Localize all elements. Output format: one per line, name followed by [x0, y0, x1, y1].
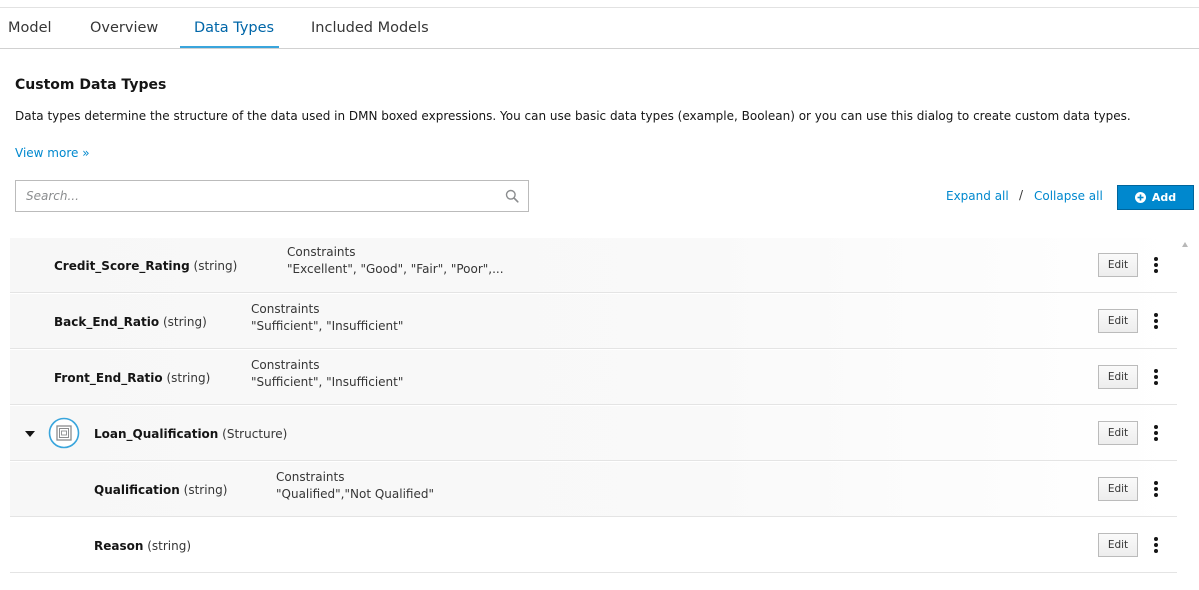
edit-button[interactable]: Edit: [1098, 477, 1138, 501]
page-description: Data types determine the structure of th…: [15, 109, 1131, 123]
link-separator: /: [1019, 188, 1024, 202]
search-box: [15, 180, 529, 212]
data-type-row[interactable]: Back_End_Ratio (string) Constraints "Suf…: [10, 294, 1177, 349]
tab-bar: Model Overview Data Types Included Model…: [0, 8, 1199, 49]
constraints-value: "Excellent", "Good", "Fair", "Poor",...: [287, 262, 504, 276]
data-type-name-label: Reason: [94, 539, 144, 553]
data-type-name: Qualification (string): [94, 483, 227, 497]
data-type-name-label: Credit_Score_Rating: [54, 259, 190, 273]
data-type-type: (Structure): [222, 427, 288, 441]
tab-overview[interactable]: Overview: [90, 20, 158, 36]
edit-button[interactable]: Edit: [1098, 365, 1138, 389]
expand-all-link[interactable]: Expand all: [946, 189, 1009, 203]
constraints: Constraints "Sufficient", "Insufficient": [251, 358, 403, 389]
constraints-label: Constraints: [251, 358, 320, 372]
data-type-name-label: Loan_Qualification: [94, 427, 219, 441]
page-title: Custom Data Types: [15, 77, 167, 93]
constraints-label: Constraints: [251, 302, 320, 316]
data-type-row[interactable]: Front_End_Ratio (string) Constraints "Su…: [10, 350, 1177, 405]
active-tab-indicator: [180, 46, 279, 48]
data-type-name-label: Front_End_Ratio: [54, 371, 163, 385]
kebab-menu-icon[interactable]: [1152, 535, 1160, 555]
edit-button[interactable]: Edit: [1098, 309, 1138, 333]
edit-button[interactable]: Edit: [1098, 533, 1138, 557]
edit-button[interactable]: Edit: [1098, 253, 1138, 277]
constraints-value: "Sufficient", "Insufficient": [251, 375, 404, 389]
data-type-name: Front_End_Ratio (string): [54, 371, 210, 385]
kebab-menu-icon[interactable]: [1152, 311, 1160, 331]
search-icon[interactable]: [505, 189, 519, 203]
data-type-type: (string): [162, 315, 207, 329]
constraints-label: Constraints: [276, 470, 345, 484]
tab-model[interactable]: Model: [8, 20, 52, 36]
data-type-type: (string): [193, 259, 238, 273]
collapse-all-link[interactable]: Collapse all: [1034, 189, 1103, 203]
data-type-type: (string): [147, 539, 192, 553]
kebab-menu-icon[interactable]: [1152, 367, 1160, 387]
data-type-type: (string): [166, 371, 211, 385]
data-type-row-nested[interactable]: Qualification (string) Constraints "Qual…: [10, 462, 1177, 517]
tab-included-models[interactable]: Included Models: [311, 20, 429, 36]
kebab-menu-icon[interactable]: [1152, 255, 1160, 275]
data-type-name: Credit_Score_Rating (string): [54, 259, 237, 273]
structure-icon: [48, 417, 80, 449]
add-button-label: Add: [1151, 191, 1177, 204]
constraints: Constraints "Excellent", "Good", "Fair",…: [287, 245, 504, 276]
data-type-row-structure[interactable]: Loan_Qualification (Structure) Edit: [10, 406, 1177, 461]
data-type-name: Reason (string): [94, 539, 191, 553]
search-input[interactable]: [16, 181, 486, 211]
kebab-menu-icon[interactable]: [1152, 479, 1160, 499]
data-type-name-label: Back_End_Ratio: [54, 315, 160, 329]
data-type-name: Back_End_Ratio (string): [54, 315, 207, 329]
data-type-type: (string): [183, 483, 228, 497]
data-type-row[interactable]: Credit_Score_Rating (string) Constraints…: [10, 238, 1177, 293]
list-scrollbar[interactable]: [1178, 238, 1192, 590]
data-type-name: Loan_Qualification (Structure): [94, 427, 287, 441]
constraints-label: Constraints: [287, 245, 356, 259]
constraints: Constraints "Qualified","Not Qualified": [276, 470, 434, 501]
scroll-up-arrow-icon[interactable]: [1182, 242, 1188, 247]
caret-down-icon[interactable]: [24, 429, 36, 439]
tab-data-types[interactable]: Data Types: [194, 20, 274, 36]
edit-button[interactable]: Edit: [1098, 421, 1138, 445]
constraints-value: "Qualified","Not Qualified": [276, 487, 434, 501]
view-more-link[interactable]: View more »: [15, 146, 90, 160]
add-button[interactable]: Add: [1117, 185, 1194, 210]
kebab-menu-icon[interactable]: [1152, 423, 1160, 443]
data-type-name-label: Qualification: [94, 483, 180, 497]
data-type-row-nested[interactable]: Reason (string) Edit: [10, 518, 1177, 573]
constraints: Constraints "Sufficient", "Insufficient": [251, 302, 403, 333]
constraints-value: "Sufficient", "Insufficient": [251, 319, 404, 333]
plus-circle-icon: [1134, 192, 1146, 203]
